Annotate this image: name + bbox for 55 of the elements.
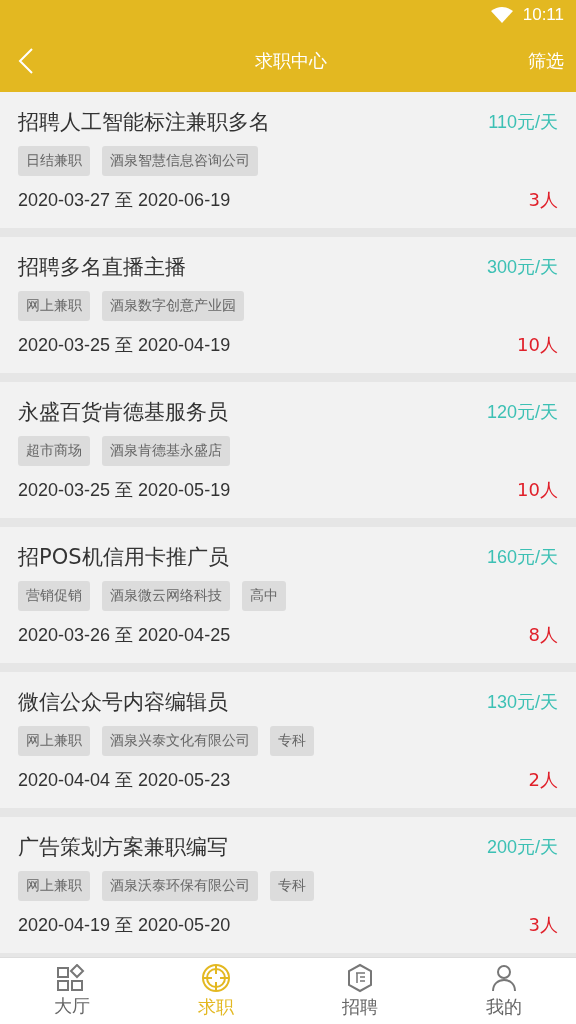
user-icon xyxy=(490,963,518,993)
job-tag: 网上兼职 xyxy=(18,726,90,756)
job-title: 招POS机信用卡推广员 xyxy=(18,544,229,571)
job-tag: 超市商场 xyxy=(18,436,90,466)
job-tag: 营销促销 xyxy=(18,581,90,611)
job-pay: 200元/天 xyxy=(486,836,558,859)
job-dates: 2020-04-04 至 2020-05-23 xyxy=(18,769,231,792)
job-card[interactable]: 广告策划方案兼职编写 200元/天 网上兼职 酒泉沃泰环保有限公司 专科 2020-04-19 至 2020-05-20 3人 xyxy=(0,817,576,953)
job-dates: 2020-03-26 至 2020-04-25 xyxy=(18,624,231,647)
job-tag: 网上兼职 xyxy=(18,291,90,321)
job-card[interactable]: 招POS机信用卡推广员 160元/天 营销促销 酒泉微云网络科技 高中 2020-03-26 至 2020-04-25 8人 xyxy=(0,527,576,663)
nav-tab[interactable]: 大厅 xyxy=(0,958,144,1024)
job-tag: 酒泉兴泰文化有限公司 xyxy=(102,726,258,756)
job-headcount: 3人 xyxy=(528,913,558,937)
job-title: 招聘多名直播主播 xyxy=(18,254,186,281)
job-tag: 专科 xyxy=(270,871,314,901)
job-tag: 高中 xyxy=(242,581,286,611)
job-tag: 酒泉微云网络科技 xyxy=(102,581,230,611)
job-title: 广告策划方案兼职编写 xyxy=(18,834,228,861)
job-dates: 2020-03-27 至 2020-06-19 xyxy=(18,189,231,212)
job-card[interactable]: 微信公众号内容编辑员 130元/天 网上兼职 酒泉兴泰文化有限公司 专科 2020-04-04 至 2020-05-23 2人 xyxy=(0,672,576,808)
job-card[interactable]: 永盛百货肯德基服务员 120元/天 超市商场 酒泉肯德基永盛店 2020-03-25 至 2020-05-19 10人 xyxy=(0,382,576,518)
job-pay: 160元/天 xyxy=(486,546,558,569)
back-button[interactable] xyxy=(18,47,34,75)
job-card[interactable]: 招聘多名直播主播 300元/天 网上兼职 酒泉数字创意产业园 2020-03-25 至 2020-04-19 10人 xyxy=(0,237,576,373)
status-time: 10:11 xyxy=(522,5,564,25)
wifi-icon xyxy=(490,7,513,23)
job-tag: 酒泉数字创意产业园 xyxy=(102,291,244,321)
nav-tab[interactable]: 招聘 xyxy=(288,958,432,1024)
job-title: 永盛百货肯德基服务员 xyxy=(18,399,228,426)
job-card[interactable]: 招聘人工智能标注兼职多名 110元/天 日结兼职 酒泉智慧信息咨询公司 2020-03-27 至 2020-06-19 3人 xyxy=(0,92,576,228)
crosshair-icon xyxy=(201,963,231,993)
job-dates: 2020-04-19 至 2020-05-20 xyxy=(18,914,231,937)
job-pay: 300元/天 xyxy=(486,256,558,279)
job-headcount: 8人 xyxy=(528,623,558,647)
job-tag: 酒泉智慧信息咨询公司 xyxy=(102,146,258,176)
hexagon-icon xyxy=(346,963,374,993)
page-title: 求职中心 xyxy=(255,49,327,73)
job-tag: 专科 xyxy=(270,726,314,756)
job-pay: 110元/天 xyxy=(488,111,558,134)
job-tag: 酒泉肯德基永盛店 xyxy=(102,436,230,466)
job-headcount: 3人 xyxy=(528,188,558,212)
job-headcount: 10人 xyxy=(517,478,558,502)
job-dates: 2020-03-25 至 2020-05-19 xyxy=(18,479,231,502)
job-tag: 酒泉沃泰环保有限公司 xyxy=(102,871,258,901)
job-pay: 130元/天 xyxy=(486,691,558,714)
job-dates: 2020-03-25 至 2020-04-19 xyxy=(18,334,231,357)
job-title: 招聘人工智能标注兼职多名 xyxy=(18,109,270,136)
nav-tab[interactable]: 我的 xyxy=(432,958,576,1024)
job-tag: 日结兼职 xyxy=(18,146,90,176)
job-pay: 120元/天 xyxy=(486,401,558,424)
job-tag: 网上兼职 xyxy=(18,871,90,901)
job-headcount: 10人 xyxy=(517,333,558,357)
job-title: 微信公众号内容编辑员 xyxy=(18,689,228,716)
job-headcount: 2人 xyxy=(528,768,558,792)
